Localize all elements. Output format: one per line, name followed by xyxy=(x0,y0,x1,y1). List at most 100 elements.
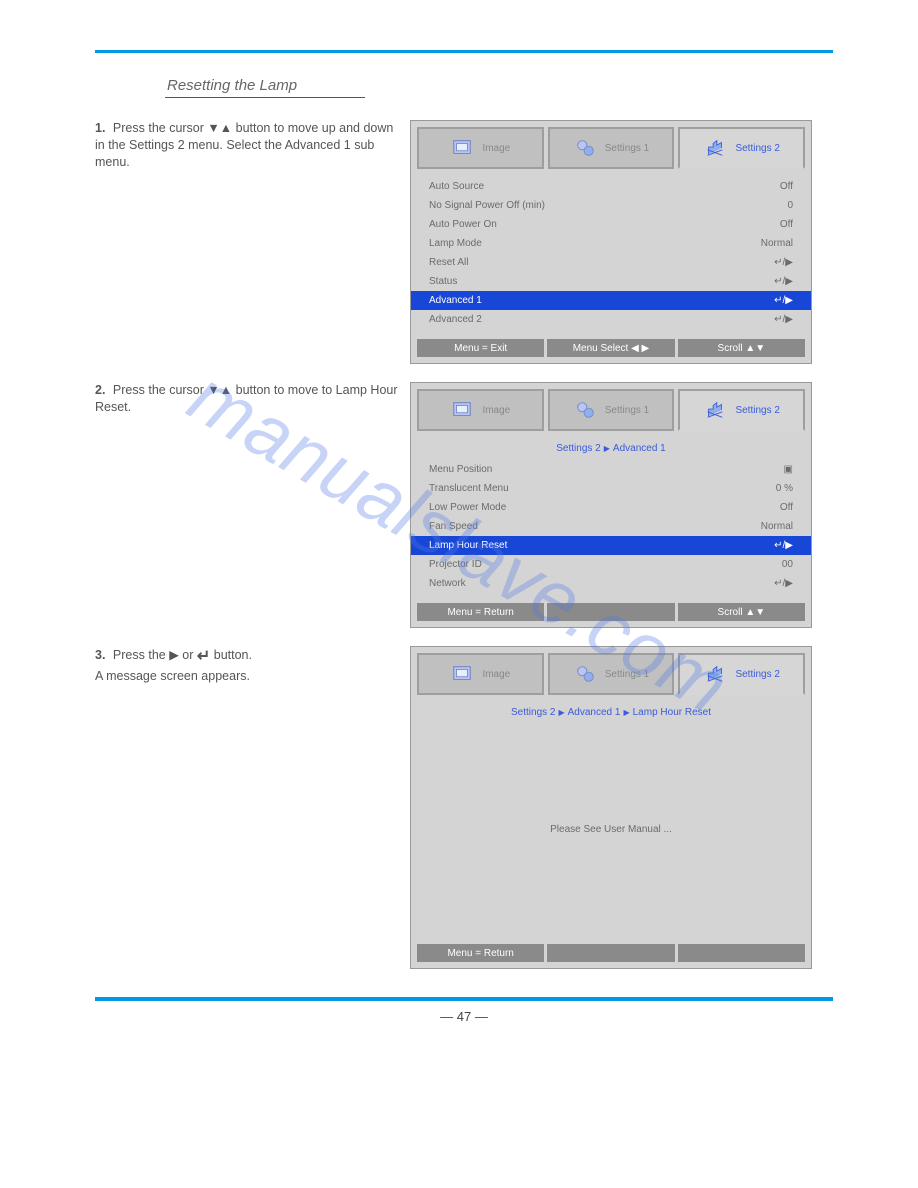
tab-icon xyxy=(703,136,727,160)
osd-item-value: 00 xyxy=(782,557,793,572)
step-text: Press the cursor ▼▲ button to move to La… xyxy=(95,383,398,414)
page-number: — 47 — xyxy=(95,1009,833,1024)
osd-item-no-signal-power-off-min-[interactable]: No Signal Power Off (min) 0 xyxy=(411,196,811,215)
breadcrumb-item: Lamp Hour Reset xyxy=(633,707,711,718)
osd-item-label: Reset All xyxy=(429,255,468,270)
breadcrumb: Settings 2▶Advanced 1 xyxy=(411,439,811,460)
osd-tabs: Image Settings 1 Settings 2 xyxy=(411,647,811,695)
osd-item-projector-id[interactable]: Projector ID 00 xyxy=(411,555,811,574)
tab-icon xyxy=(573,398,597,422)
osd-footer: Menu = ExitMenu Select ◀ ▶Scroll ▲▼ xyxy=(411,333,811,363)
step-instruction: 3. Press the ▶ or ↵ button.A message scr… xyxy=(95,646,410,969)
osd-item-value: 0 xyxy=(787,198,793,213)
osd-window: Image Settings 1 Settings 2 Settings 2▶A… xyxy=(410,382,812,628)
osd-footer-button[interactable] xyxy=(547,944,674,962)
tab-icon xyxy=(573,136,597,160)
tab-label: Image xyxy=(482,143,510,154)
osd-item-translucent-menu[interactable]: Translucent Menu 0 % xyxy=(411,479,811,498)
tab-label: Image xyxy=(482,405,510,416)
osd-item-network[interactable]: Network ↵/▶ xyxy=(411,574,811,593)
osd-item-label: Lamp Mode xyxy=(429,236,482,251)
osd-item-reset-all[interactable]: Reset All ↵/▶ xyxy=(411,253,811,272)
osd-item-value: ↵/▶ xyxy=(774,293,793,308)
osd-tabs: Image Settings 1 Settings 2 xyxy=(411,121,811,169)
osd-item-value: Off xyxy=(780,500,793,515)
header-rule xyxy=(95,50,833,53)
osd-footer-button[interactable]: Menu = Exit xyxy=(417,339,544,357)
osd-message: Please See User Manual ... xyxy=(411,724,811,934)
osd-item-advanced-1[interactable]: Advanced 1 ↵/▶ xyxy=(411,291,811,310)
osd-item-value: ↵/▶ xyxy=(774,255,793,270)
osd-item-auto-source[interactable]: Auto Source Off xyxy=(411,177,811,196)
osd-item-low-power-mode[interactable]: Low Power Mode Off xyxy=(411,498,811,517)
breadcrumb-item: Advanced 1 xyxy=(613,443,666,454)
osd-item-value: ▣ xyxy=(784,462,793,477)
osd-item-advanced-2[interactable]: Advanced 2 ↵/▶ xyxy=(411,310,811,329)
osd-item-label: Advanced 2 xyxy=(429,312,482,327)
osd-item-fan-speed[interactable]: Fan Speed Normal xyxy=(411,517,811,536)
tab-label: Settings 2 xyxy=(735,405,779,416)
osd-footer: Menu = Return Scroll ▲▼ xyxy=(411,597,811,627)
osd-item-label: No Signal Power Off (min) xyxy=(429,198,545,213)
osd-footer-button[interactable]: Scroll ▲▼ xyxy=(678,603,805,621)
breadcrumb-item: Settings 2 xyxy=(556,443,600,454)
breadcrumb-item: Advanced 1 xyxy=(568,707,621,718)
osd-item-label: Advanced 1 xyxy=(429,293,482,308)
section-title: Resetting the Lamp xyxy=(165,77,365,98)
osd-item-auto-power-on[interactable]: Auto Power On Off xyxy=(411,215,811,234)
osd-item-status[interactable]: Status ↵/▶ xyxy=(411,272,811,291)
osd-tab-settings-1[interactable]: Settings 1 xyxy=(548,127,675,169)
osd-tab-image[interactable]: Image xyxy=(417,653,544,695)
osd-item-value: Off xyxy=(780,179,793,194)
step-instruction: 2. Press the cursor ▼▲ button to move to… xyxy=(95,382,410,628)
osd-footer-button[interactable]: Scroll ▲▼ xyxy=(678,339,805,357)
osd-footer: Menu = Return xyxy=(411,938,811,968)
osd-item-lamp-mode[interactable]: Lamp Mode Normal xyxy=(411,234,811,253)
osd-tab-settings-1[interactable]: Settings 1 xyxy=(548,653,675,695)
osd-item-label: Auto Power On xyxy=(429,217,497,232)
step-text: Press the cursor ▼▲ button to move up an… xyxy=(95,121,393,169)
tab-icon xyxy=(573,662,597,686)
tab-label: Settings 2 xyxy=(735,669,779,680)
osd-item-lamp-hour-reset[interactable]: Lamp Hour Reset ↵/▶ xyxy=(411,536,811,555)
osd-item-label: Auto Source xyxy=(429,179,484,194)
osd-footer-button[interactable] xyxy=(678,944,805,962)
step-instruction: 1. Press the cursor ▼▲ button to move up… xyxy=(95,120,410,364)
osd-tab-settings-1[interactable]: Settings 1 xyxy=(548,389,675,431)
osd-tabs: Image Settings 1 Settings 2 xyxy=(411,383,811,431)
osd-item-value: 0 % xyxy=(776,481,793,496)
osd-item-value: ↵/▶ xyxy=(774,576,793,591)
osd-footer-button[interactable]: Menu Select ◀ ▶ xyxy=(547,339,674,357)
osd-footer-button[interactable]: Menu = Return xyxy=(417,944,544,962)
tab-label: Settings 1 xyxy=(605,669,649,680)
tab-label: Image xyxy=(482,669,510,680)
breadcrumb: Settings 2▶Advanced 1▶Lamp Hour Reset xyxy=(411,703,811,724)
osd-footer-button[interactable]: Menu = Return xyxy=(417,603,544,621)
osd-tab-settings-2[interactable]: Settings 2 xyxy=(678,653,805,695)
osd-item-label: Status xyxy=(429,274,457,289)
osd-item-menu-position[interactable]: Menu Position ▣ xyxy=(411,460,811,479)
tab-icon xyxy=(703,662,727,686)
osd-tab-image[interactable]: Image xyxy=(417,389,544,431)
step-row: 2. Press the cursor ▼▲ button to move to… xyxy=(95,382,833,628)
osd-item-label: Projector ID xyxy=(429,557,482,572)
osd-tab-settings-2[interactable]: Settings 2 xyxy=(678,389,805,431)
tab-label: Settings 1 xyxy=(605,143,649,154)
tab-icon xyxy=(450,398,474,422)
step-row: 3. Press the ▶ or ↵ button.A message scr… xyxy=(95,646,833,969)
osd-item-label: Network xyxy=(429,576,466,591)
osd-item-label: Translucent Menu xyxy=(429,481,509,496)
step-number: 3. xyxy=(95,648,105,662)
osd-item-value: Normal xyxy=(761,236,793,251)
tab-label: Settings 1 xyxy=(605,405,649,416)
osd-tab-settings-2[interactable]: Settings 2 xyxy=(678,127,805,169)
section-title-wrap: Resetting the Lamp xyxy=(165,77,833,98)
osd-footer-button[interactable] xyxy=(547,603,674,621)
osd-item-value: ↵/▶ xyxy=(774,312,793,327)
osd-item-value: ↵/▶ xyxy=(774,274,793,289)
breadcrumb-item: Settings 2 xyxy=(511,707,555,718)
osd-tab-image[interactable]: Image xyxy=(417,127,544,169)
step-row: 1. Press the cursor ▼▲ button to move up… xyxy=(95,120,833,364)
tab-icon xyxy=(450,662,474,686)
step-text: Press the ▶ or ↵ button.A message screen… xyxy=(95,648,252,683)
